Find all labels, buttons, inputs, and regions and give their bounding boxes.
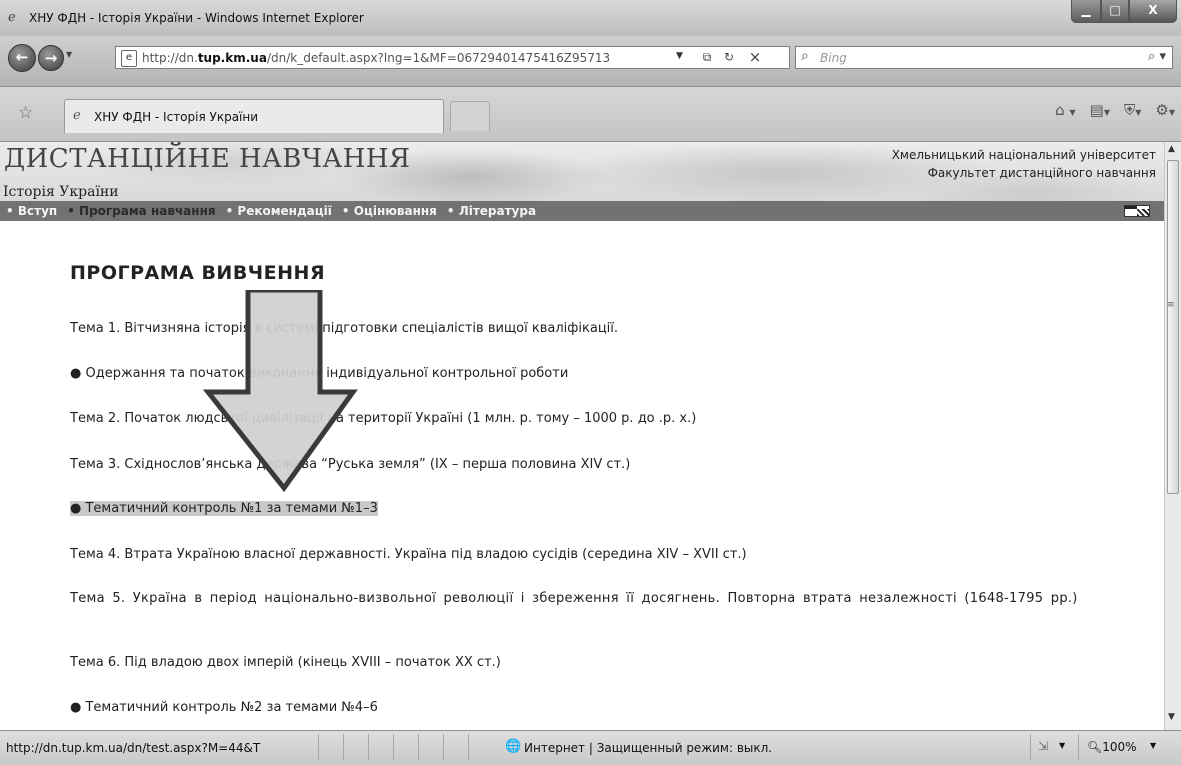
site-header: ДИСТАНЦІЙНЕ НАВЧАННЯ Історія України Хме…	[0, 142, 1164, 201]
page-title: ПРОГРАМА ВИВЧЕННЯ	[70, 262, 326, 284]
home-icon[interactable]: ⌂ ▼	[1055, 101, 1075, 119]
english-flag-icon[interactable]	[1124, 205, 1150, 217]
command-bar: ⌂ ▼ ▤▼ ⛨▼ ⚙▼	[1055, 101, 1175, 119]
topic-5-link[interactable]: Тема 5. Україна в період національно-виз…	[70, 590, 1136, 608]
big-down-arrow-icon	[202, 290, 358, 492]
control-1-link[interactable]: ● Тематичний контроль №1 за темами №1–3	[70, 500, 378, 518]
search-icon[interactable]: ⌕ ▾	[1148, 49, 1166, 64]
control-2-link[interactable]: ● Тематичний контроль №2 за темами №4–6	[70, 699, 378, 717]
url-text[interactable]: http://dn.tup.km.ua/dn/k_default.aspx?ln…	[142, 51, 610, 65]
nav-link-literature[interactable]: • Література	[447, 204, 536, 218]
scroll-down-arrow-icon[interactable]: ▼	[1168, 712, 1175, 722]
close-button[interactable]: X	[1129, 0, 1177, 23]
tab-title: ХНУ ФДН - Історія України	[94, 110, 259, 124]
tab-bar: ☆ ℯ ХНУ ФДН - Історія України ⌂ ▼ ▤▼ ⛨▼ …	[0, 87, 1181, 142]
topic-2-link[interactable]: Тема 2. Початок людської цивілізації на …	[70, 410, 696, 428]
site-navigation: • Вступ • Програма навчання • Рекомендац…	[0, 201, 1164, 221]
back-button[interactable]: ←	[8, 44, 36, 72]
status-bar: http://dn.tup.km.ua/dn/test.aspx?M=44&T …	[0, 730, 1181, 765]
protected-mode-dropdown-icon[interactable]: ▼	[1059, 741, 1065, 750]
ie-logo-icon: ℯ	[8, 10, 16, 25]
address-bar[interactable]: e http://dn.tup.km.ua/dn/k_default.aspx?…	[115, 46, 790, 69]
ie-page-icon: ℯ	[73, 108, 81, 123]
nav-link-recommendations[interactable]: • Рекомендації	[226, 204, 332, 218]
window-title: ХНУ ФДН - Історія України - Windows Inte…	[29, 11, 364, 25]
window-titlebar: ℯ ХНУ ФДН - Історія України - Windows In…	[0, 0, 1181, 37]
stop-icon[interactable]: ×	[746, 49, 764, 66]
control-1-text: ● Тематичний контроль №1 за темами №1–3	[70, 501, 378, 516]
page-viewport: ДИСТАНЦІЙНЕ НАВЧАННЯ Історія України Хме…	[0, 142, 1164, 730]
scroll-up-arrow-icon[interactable]: ▲	[1168, 144, 1175, 154]
compatibility-view-icon[interactable]: ⧉	[698, 49, 716, 66]
new-tab-button[interactable]	[450, 101, 490, 131]
navigation-bar: ← → ▼ e http://dn.tup.km.ua/dn/k_default…	[0, 36, 1181, 87]
minimize-button[interactable]: ▁	[1071, 0, 1101, 23]
zoom-level[interactable]: 🔍︎100%	[1087, 740, 1137, 754]
nav-link-program[interactable]: • Програма навчання	[67, 204, 215, 218]
zoom-icon: 🔍︎	[1087, 740, 1103, 754]
forward-button[interactable]: →	[38, 45, 64, 71]
history-dropdown-icon[interactable]: ▼	[66, 50, 72, 59]
search-box[interactable]: ⌕ Bing ⌕ ▾	[795, 46, 1173, 69]
scroll-thumb[interactable]	[1167, 160, 1179, 494]
topic-6-link[interactable]: Тема 6. Під владою двох імперій (кінець …	[70, 654, 501, 672]
maximize-button[interactable]: □	[1101, 0, 1129, 23]
bing-icon: ⌕	[801, 48, 809, 64]
arrow-left-icon: ←	[15, 48, 29, 66]
favorites-star-icon[interactable]: ☆	[18, 103, 33, 123]
window-controls: ▁ □ X	[1071, 0, 1177, 24]
faculty-name: Факультет дистанційного навчання	[927, 166, 1156, 180]
site-title: ДИСТАНЦІЙНЕ НАВЧАННЯ	[4, 144, 411, 174]
safety-menu-icon[interactable]: ⛨▼	[1124, 101, 1141, 119]
protected-mode-icon[interactable]: ⇲	[1038, 739, 1048, 753]
address-dropdown-icon[interactable]: ▼	[676, 51, 683, 61]
topic-4-link[interactable]: Тема 4. Втрата Україною власної державно…	[70, 546, 747, 564]
status-url: http://dn.tup.km.ua/dn/test.aspx?M=44&T	[6, 741, 261, 755]
globe-icon: 🌐	[505, 739, 522, 754]
vertical-scrollbar[interactable]: ▲ ≡ ▼	[1164, 142, 1181, 730]
search-input[interactable]: Bing	[820, 51, 847, 65]
page-menu-icon[interactable]: ▤▼	[1090, 101, 1110, 119]
scroll-grip-icon: ≡	[1167, 300, 1175, 310]
tab-active[interactable]: ℯ ХНУ ФДН - Історія України	[64, 99, 444, 133]
arrow-right-icon: →	[44, 49, 58, 67]
tools-gear-icon[interactable]: ⚙▼	[1155, 101, 1175, 119]
site-subtitle: Історія України	[3, 184, 119, 200]
security-zone-text[interactable]: Интернет | Защищенный режим: выкл.	[524, 741, 772, 755]
page-icon: e	[121, 50, 137, 67]
university-name: Хмельницький національний університет	[891, 148, 1156, 162]
nav-link-intro[interactable]: • Вступ	[6, 204, 57, 218]
refresh-icon[interactable]: ↻	[720, 49, 738, 66]
zoom-dropdown-icon[interactable]: ▼	[1150, 741, 1156, 750]
nav-link-evaluation[interactable]: • Оцінювання	[342, 204, 437, 218]
